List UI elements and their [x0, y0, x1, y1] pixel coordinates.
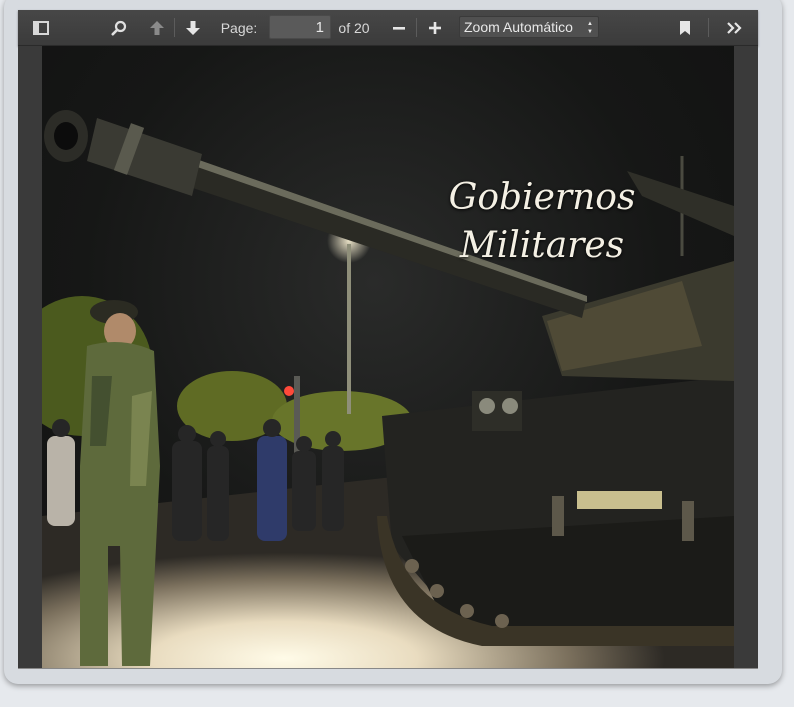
sidebar-toggle-icon — [33, 20, 49, 35]
toolbar-separator — [416, 18, 417, 37]
zoom-select-value: Zoom Automático — [464, 19, 573, 35]
cover-photo — [42, 110, 734, 668]
search-icon — [111, 20, 127, 35]
minus-icon — [393, 26, 405, 30]
previous-page-button[interactable] — [145, 10, 169, 45]
sidebar-toggle-button[interactable] — [28, 10, 54, 45]
zoom-select[interactable]: Zoom Automático ▲ ▼ — [459, 16, 599, 38]
toolbar: Page: of 20 Zoom Automático ▲▼ — [18, 10, 758, 46]
cover-title-line-1: Gobiernos — [448, 177, 636, 218]
cover-title-line-2: Militares — [459, 225, 625, 266]
toolbar-separator — [708, 18, 709, 37]
bookmark-icon — [680, 20, 690, 35]
document-area[interactable]: Gobiernos Militares — [18, 46, 758, 668]
plus-icon — [429, 21, 441, 34]
next-page-button[interactable] — [181, 10, 205, 45]
page-label: Page: — [220, 19, 258, 36]
zoom-in-button[interactable] — [424, 10, 446, 45]
arrow-down-icon — [186, 20, 200, 35]
select-caret-icon: ▲ ▼ — [587, 21, 593, 35]
search-button[interactable] — [106, 10, 132, 45]
street-lamp-pole — [347, 244, 351, 414]
bookmark-button[interactable] — [674, 10, 696, 45]
tools-menu-button[interactable] — [722, 10, 748, 45]
pdf-page: Gobiernos Militares — [42, 46, 734, 668]
toolbar-separator — [174, 18, 175, 37]
zoom-out-button[interactable] — [388, 10, 410, 45]
page-total: of 20 — [338, 19, 370, 36]
pdf-viewer: Page: of 20 Zoom Automático ▲▼ — [18, 10, 758, 669]
traffic-light — [284, 386, 294, 396]
double-chevron-right-icon — [727, 21, 742, 34]
arrow-up-icon — [150, 20, 164, 35]
page-number-input[interactable] — [269, 15, 331, 39]
cover-title: Gobiernos Militares — [442, 174, 642, 270]
